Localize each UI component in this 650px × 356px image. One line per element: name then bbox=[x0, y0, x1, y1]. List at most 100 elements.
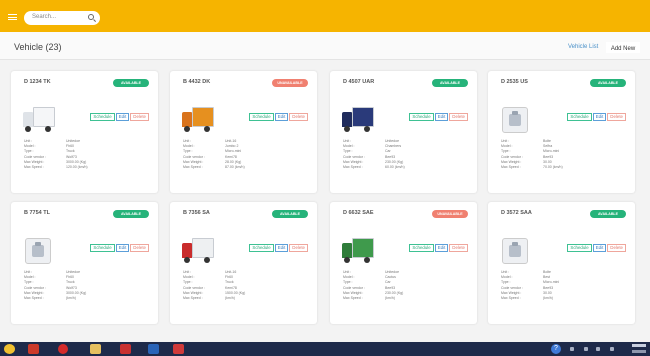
detail-value: Chambers bbox=[385, 144, 402, 149]
wheel bbox=[364, 257, 370, 263]
tray-chevron-icon[interactable] bbox=[570, 347, 574, 351]
detail-value: Best bbox=[543, 275, 551, 280]
detail-label: Type : bbox=[24, 149, 34, 154]
edit-button[interactable]: Edit bbox=[274, 244, 289, 252]
detail-value: 28.00 (Kg) bbox=[225, 159, 242, 164]
detail-value: Micro-mini bbox=[543, 280, 560, 285]
detail-value: (km/h) bbox=[385, 295, 395, 300]
vehicle-card[interactable]: D 6632 SAE UNAVAILABLE Schedule Edit Delete U… bbox=[330, 202, 477, 324]
edit-button[interactable]: Edit bbox=[274, 113, 289, 121]
detail-value: 30.00 bbox=[543, 159, 552, 164]
edit-button[interactable]: Edit bbox=[592, 244, 607, 252]
edit-button[interactable]: Edit bbox=[434, 244, 449, 252]
edit-button[interactable]: Edit bbox=[434, 113, 449, 121]
detail-value: Bee93 bbox=[543, 154, 554, 159]
detail-label: Code vendor : bbox=[24, 154, 46, 159]
detail-label: Max Speed : bbox=[183, 164, 203, 169]
add-new-button[interactable]: Add New bbox=[606, 42, 640, 53]
edit-button[interactable]: Edit bbox=[115, 244, 130, 252]
network-icon[interactable] bbox=[584, 347, 588, 351]
wheel bbox=[204, 257, 210, 263]
edit-button[interactable]: Edit bbox=[115, 113, 130, 121]
card-actions: Schedule Edit Delete bbox=[89, 236, 149, 252]
plate-number: D 2535 US bbox=[501, 79, 528, 85]
detail-row-max-speed: Max Speed : (km/h) bbox=[183, 296, 308, 301]
vehicle-card[interactable]: B 7754 TL AVAILABLE Schedule Edit Delete Unit… bbox=[11, 202, 158, 324]
search-icon[interactable] bbox=[88, 14, 94, 20]
vehicle-list-link[interactable]: Vehicle List bbox=[568, 44, 598, 50]
schedule-button[interactable]: Schedule bbox=[409, 113, 434, 121]
schedule-button[interactable]: Schedule bbox=[567, 244, 592, 252]
truck-cab bbox=[182, 243, 192, 258]
detail-label: Max Weight : bbox=[501, 159, 522, 164]
filezilla-icon[interactable] bbox=[28, 344, 39, 354]
detail-label: Unit : bbox=[24, 139, 33, 143]
detail-value: Bee93 bbox=[385, 285, 396, 290]
detail-label: Code vendor : bbox=[24, 285, 46, 290]
detail-value: Bolte bbox=[543, 270, 551, 274]
vehicle-card[interactable]: D 1234 TK AVAILABLE Schedule Edit Delete Unit… bbox=[11, 71, 158, 193]
detail-label: Type : bbox=[501, 149, 511, 154]
vehicle-card[interactable]: B 7356 SA AVAILABLE Schedule Edit Delete Unit… bbox=[170, 202, 317, 324]
help-icon[interactable]: ? bbox=[551, 344, 561, 354]
opera-icon[interactable] bbox=[58, 344, 68, 354]
pdf-icon[interactable] bbox=[120, 344, 131, 354]
schedule-button[interactable]: Schedule bbox=[90, 244, 115, 252]
detail-label: Model : bbox=[183, 144, 195, 149]
edit-button[interactable]: Edit bbox=[592, 113, 607, 121]
search-input[interactable]: Search... bbox=[24, 11, 100, 25]
detail-value: Fh60 bbox=[225, 275, 233, 280]
word-icon[interactable] bbox=[148, 344, 159, 354]
delete-button[interactable]: Delete bbox=[289, 244, 308, 252]
detail-value: 87.00 (km/h) bbox=[225, 164, 245, 169]
status-badge: UNAVAILABLE bbox=[432, 210, 468, 218]
detail-label: Model : bbox=[343, 144, 355, 149]
delete-button[interactable]: Delete bbox=[449, 244, 468, 252]
truck-cab bbox=[23, 112, 33, 127]
card-actions: Schedule Edit Delete bbox=[248, 236, 308, 252]
status-badge: AVAILABLE bbox=[590, 79, 626, 87]
detail-label: Max Weight : bbox=[501, 290, 522, 295]
delete-button[interactable]: Delete bbox=[130, 244, 149, 252]
detail-value: 60.00 (km/h) bbox=[385, 164, 405, 169]
vehicle-card[interactable]: D 4507 UAR AVAILABLE Schedule Edit Delete Uni… bbox=[330, 71, 477, 193]
delete-button[interactable]: Delete bbox=[130, 113, 149, 121]
truck-box bbox=[33, 107, 55, 127]
detail-label: Type : bbox=[24, 280, 34, 285]
vehicle-details: Unit : Unitedoe Model : Chambers Type : Car Co… bbox=[343, 139, 468, 170]
keyboard-icon[interactable] bbox=[610, 347, 614, 351]
delete-button[interactable]: Delete bbox=[289, 113, 308, 121]
delete-button[interactable]: Delete bbox=[449, 113, 468, 121]
schedule-button[interactable]: Schedule bbox=[90, 113, 115, 121]
app-icon[interactable] bbox=[173, 344, 184, 354]
schedule-button[interactable]: Schedule bbox=[249, 244, 274, 252]
vehicle-details: Unit : Unit-16 Model : Jumbo 2 Type : Micro-m… bbox=[183, 139, 308, 170]
vehicle-card[interactable]: B 4432 DK UNAVAILABLE Schedule Edit Delete Un… bbox=[170, 71, 317, 193]
detail-value: Unit-16 bbox=[225, 270, 237, 274]
menu-icon[interactable] bbox=[8, 14, 17, 20]
vehicle-card[interactable]: D 3572 SAA AVAILABLE Schedule Edit Delete Uni… bbox=[488, 202, 635, 324]
detail-value: Micro-mini bbox=[543, 149, 560, 154]
detail-label: Max Speed : bbox=[343, 295, 363, 300]
top-bar: Search... bbox=[0, 0, 650, 32]
schedule-button[interactable]: Schedule bbox=[409, 244, 434, 252]
detail-label: Unit : bbox=[183, 139, 192, 143]
detail-value: Bolte bbox=[543, 139, 551, 143]
folder-icon[interactable] bbox=[90, 344, 101, 354]
volume-icon[interactable] bbox=[596, 347, 600, 351]
truck-box bbox=[192, 107, 214, 127]
start-icon[interactable] bbox=[4, 344, 15, 354]
detail-value: 120.00 (km/h) bbox=[66, 164, 88, 169]
delete-button[interactable]: Delete bbox=[607, 113, 626, 121]
page-title: Vehicle (23) bbox=[14, 42, 62, 52]
schedule-button[interactable]: Schedule bbox=[567, 113, 592, 121]
detail-row-max-speed: Max Speed : 87.00 (km/h) bbox=[183, 165, 308, 170]
detail-value: Unitedoe bbox=[66, 139, 81, 143]
detail-label: Model : bbox=[501, 275, 513, 280]
vehicle-card[interactable]: D 2535 US AVAILABLE Schedule Edit Delete Unit… bbox=[488, 71, 635, 193]
detail-label: Type : bbox=[183, 149, 193, 154]
schedule-button[interactable]: Schedule bbox=[249, 113, 274, 121]
orange-dump-truck-icon bbox=[182, 105, 214, 135]
detail-row-max-speed: Max Speed : 70.00 (km/h) bbox=[501, 165, 626, 170]
delete-button[interactable]: Delete bbox=[607, 244, 626, 252]
